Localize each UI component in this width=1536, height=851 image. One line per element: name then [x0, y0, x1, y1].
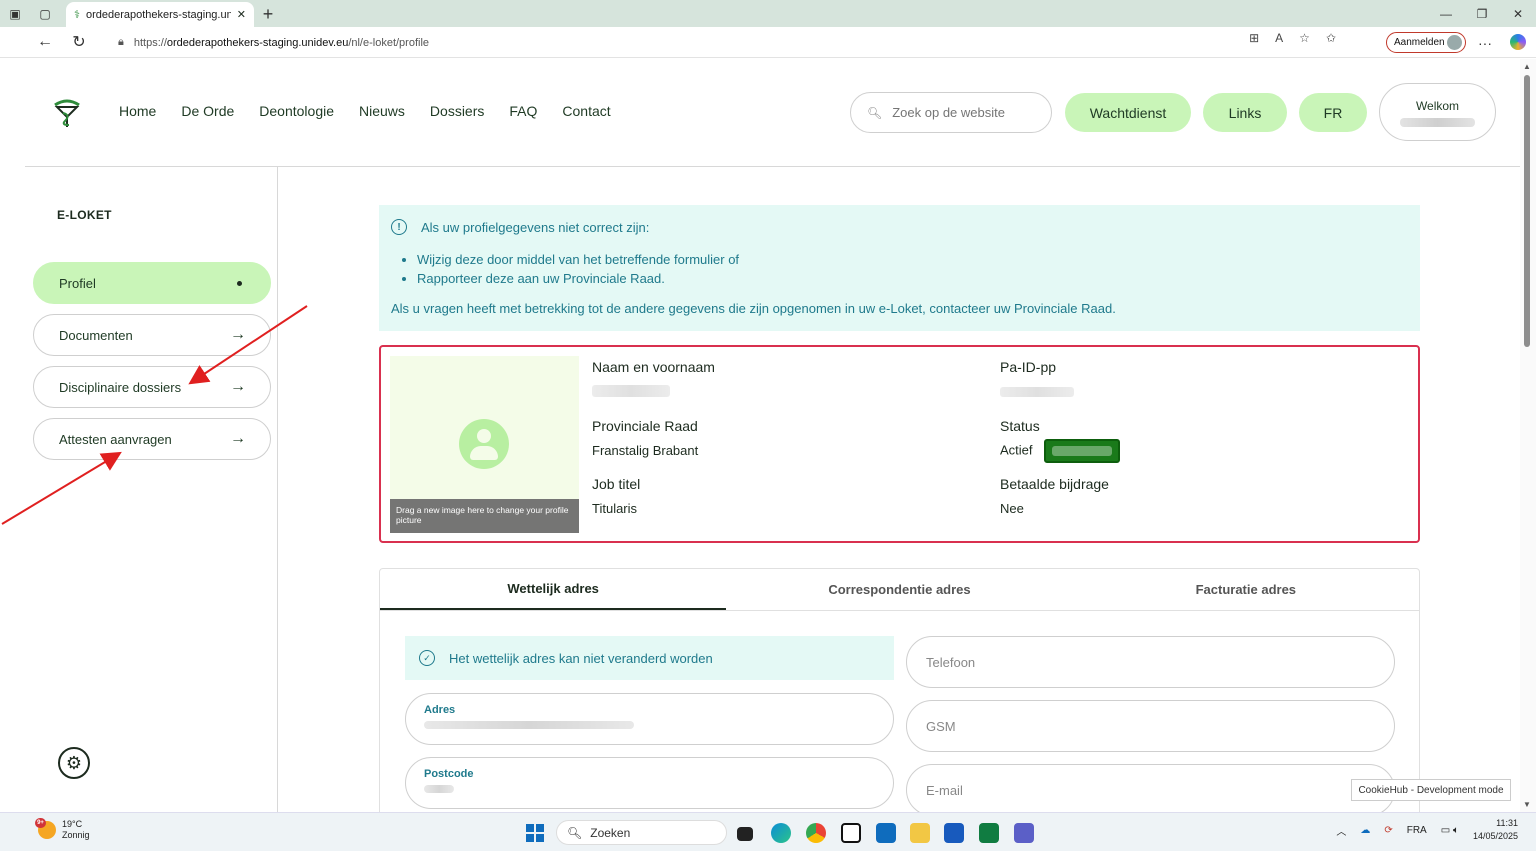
excel-icon[interactable] — [979, 823, 999, 843]
weather-widget[interactable]: 9+ 19°C Zonnig — [35, 818, 90, 841]
annotation-arrow-attesten — [1, 451, 122, 525]
scroll-thumb[interactable] — [1524, 75, 1530, 347]
network-volume-icon[interactable]: ▭ 🔈︎ — [1441, 825, 1459, 836]
chrome-icon[interactable] — [806, 823, 826, 843]
edge-icon[interactable] — [771, 823, 791, 843]
taskbar-search-label: Zoeken — [590, 825, 631, 840]
page-scrollbar[interactable]: ▲ ▼ — [1520, 59, 1536, 812]
annotation-arrows — [1, 305, 308, 525]
clock-time: 11:31 — [1496, 818, 1518, 828]
tray-chevron-icon[interactable]: ︿ — [1336, 823, 1346, 838]
search-icon: 🔍︎ — [567, 825, 583, 840]
sun-icon: 9+ — [35, 818, 56, 839]
input-language[interactable]: FRA — [1407, 825, 1427, 836]
scroll-up-icon[interactable]: ▲ — [1523, 62, 1531, 71]
outlook-icon[interactable] — [876, 823, 896, 843]
sync-icon[interactable]: ⟳ — [1384, 825, 1392, 836]
windows-taskbar: 9+ 19°C Zonnig 🔍︎ Zoeken ︿ ☁ ⟳ FRA ▭ 🔈︎ … — [0, 812, 1536, 851]
clock-date: 14/05/2025 — [1472, 831, 1518, 841]
weather-condition: Zonnig — [62, 830, 90, 840]
word-icon[interactable] — [944, 823, 964, 843]
notification-badge: 9+ — [35, 818, 46, 828]
teamviewer-icon[interactable] — [841, 823, 861, 843]
file-explorer-icon[interactable] — [910, 823, 930, 843]
annotation-arrow-disciplinaire — [188, 305, 308, 385]
scroll-down-icon[interactable]: ▼ — [1523, 800, 1531, 809]
weather-temp: 19°C — [62, 819, 83, 829]
taskbar-search[interactable]: 🔍︎ Zoeken — [556, 820, 727, 845]
cookiehub-badge[interactable]: CookieHub - Development mode — [1351, 779, 1511, 801]
start-windows-icon[interactable] — [526, 824, 544, 842]
teams-icon[interactable] — [1014, 823, 1034, 843]
task-view-icon[interactable] — [737, 827, 753, 841]
system-tray: ︿ ☁ ⟳ FRA ▭ 🔈︎ 11:31 14/05/2025 — [1336, 817, 1518, 843]
onedrive-icon[interactable]: ☁ — [1360, 825, 1370, 836]
clock[interactable]: 11:31 14/05/2025 — [1473, 817, 1518, 843]
